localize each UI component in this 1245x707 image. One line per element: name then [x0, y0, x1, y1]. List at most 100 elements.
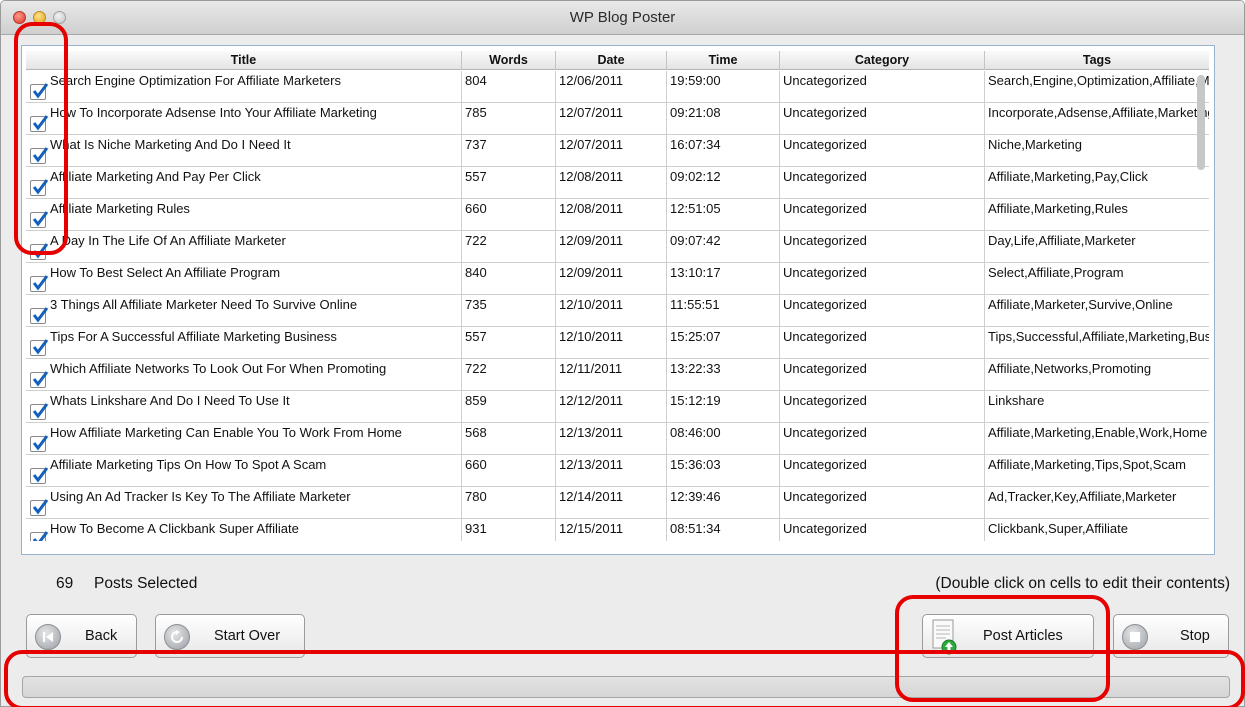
- column-header-tags[interactable]: Tags: [985, 51, 1209, 70]
- cell-category[interactable]: Uncategorized: [780, 103, 985, 135]
- row-checkbox[interactable]: [30, 403, 49, 420]
- table-row[interactable]: How Affiliate Marketing Can Enable You T…: [26, 423, 1209, 455]
- cell-title[interactable]: A Day In The Life Of An Affiliate Market…: [26, 231, 462, 263]
- cell-words[interactable]: 660: [462, 199, 556, 231]
- cell-words[interactable]: 931: [462, 519, 556, 541]
- cell-words[interactable]: 722: [462, 359, 556, 391]
- cell-time[interactable]: 08:51:34: [667, 519, 780, 541]
- cell-time[interactable]: 09:07:42: [667, 231, 780, 263]
- cell-words[interactable]: 737: [462, 135, 556, 167]
- cell-tags[interactable]: Ad,Tracker,Key,Affiliate,Marketer: [985, 487, 1209, 519]
- cell-category[interactable]: Uncategorized: [780, 327, 985, 359]
- row-checkbox[interactable]: [30, 435, 49, 452]
- cell-date[interactable]: 12/09/2011: [556, 263, 667, 295]
- table-row[interactable]: Affiliate Marketing Tips On How To Spot …: [26, 455, 1209, 487]
- cell-time[interactable]: 12:51:05: [667, 199, 780, 231]
- cell-words[interactable]: 557: [462, 167, 556, 199]
- cell-time[interactable]: 15:36:03: [667, 455, 780, 487]
- start-over-button[interactable]: Start Over: [155, 614, 305, 658]
- row-checkbox[interactable]: [30, 531, 49, 541]
- cell-category[interactable]: Uncategorized: [780, 359, 985, 391]
- table-row[interactable]: Search Engine Optimization For Affiliate…: [26, 71, 1209, 103]
- cell-words[interactable]: 840: [462, 263, 556, 295]
- row-checkbox[interactable]: [30, 339, 49, 356]
- cell-date[interactable]: 12/09/2011: [556, 231, 667, 263]
- cell-time[interactable]: 19:59:00: [667, 71, 780, 103]
- row-checkbox[interactable]: [30, 307, 49, 324]
- cell-category[interactable]: Uncategorized: [780, 135, 985, 167]
- cell-category[interactable]: Uncategorized: [780, 455, 985, 487]
- table-row[interactable]: A Day In The Life Of An Affiliate Market…: [26, 231, 1209, 263]
- table-row[interactable]: Tips For A Successful Affiliate Marketin…: [26, 327, 1209, 359]
- cell-title[interactable]: Using An Ad Tracker Is Key To The Affili…: [26, 487, 462, 519]
- cell-tags[interactable]: Tips,Successful,Affiliate,Marketing,Busi…: [985, 327, 1209, 359]
- cell-date[interactable]: 12/07/2011: [556, 135, 667, 167]
- column-header-category[interactable]: Category: [780, 51, 985, 70]
- back-button[interactable]: Back: [26, 614, 137, 658]
- cell-title[interactable]: Search Engine Optimization For Affiliate…: [26, 71, 462, 103]
- column-header-title[interactable]: Title: [26, 51, 462, 70]
- cell-time[interactable]: 11:55:51: [667, 295, 780, 327]
- cell-tags[interactable]: Affiliate,Marketing,Rules: [985, 199, 1209, 231]
- cell-category[interactable]: Uncategorized: [780, 263, 985, 295]
- post-articles-button[interactable]: Post Articles: [922, 614, 1094, 658]
- cell-category[interactable]: Uncategorized: [780, 199, 985, 231]
- table-scrollbar[interactable]: [1197, 70, 1207, 552]
- cell-tags[interactable]: Affiliate,Marketing,Tips,Spot,Scam: [985, 455, 1209, 487]
- cell-date[interactable]: 12/08/2011: [556, 167, 667, 199]
- row-checkbox[interactable]: [30, 179, 49, 196]
- row-checkbox[interactable]: [30, 467, 49, 484]
- table-row[interactable]: Affiliate Marketing And Pay Per Click 557…: [26, 167, 1209, 199]
- scrollbar-thumb[interactable]: [1197, 75, 1205, 170]
- cell-title[interactable]: Affiliate Marketing Rules: [26, 199, 462, 231]
- row-checkbox[interactable]: [30, 147, 49, 164]
- cell-title[interactable]: Which Affiliate Networks To Look Out For…: [26, 359, 462, 391]
- cell-words[interactable]: 735: [462, 295, 556, 327]
- cell-tags[interactable]: Select,Affiliate,Program: [985, 263, 1209, 295]
- cell-date[interactable]: 12/13/2011: [556, 423, 667, 455]
- cell-date[interactable]: 12/11/2011: [556, 359, 667, 391]
- cell-date[interactable]: 12/12/2011: [556, 391, 667, 423]
- cell-date[interactable]: 12/08/2011: [556, 199, 667, 231]
- cell-title[interactable]: How To Incorporate Adsense Into Your Aff…: [26, 103, 462, 135]
- column-header-date[interactable]: Date: [556, 51, 667, 70]
- cell-tags[interactable]: Affiliate,Marketer,Survive,Online: [985, 295, 1209, 327]
- cell-time[interactable]: 09:21:08: [667, 103, 780, 135]
- cell-time[interactable]: 09:02:12: [667, 167, 780, 199]
- table-row[interactable]: How To Become A Clickbank Super Affiliat…: [26, 519, 1209, 541]
- cell-category[interactable]: Uncategorized: [780, 295, 985, 327]
- cell-tags[interactable]: Affiliate,Marketing,Enable,Work,Home: [985, 423, 1209, 455]
- cell-words[interactable]: 804: [462, 71, 556, 103]
- cell-tags[interactable]: Affiliate,Networks,Promoting: [985, 359, 1209, 391]
- cell-tags[interactable]: Linkshare: [985, 391, 1209, 423]
- row-checkbox[interactable]: [30, 115, 49, 132]
- cell-words[interactable]: 785: [462, 103, 556, 135]
- cell-title[interactable]: Tips For A Successful Affiliate Marketin…: [26, 327, 462, 359]
- cell-time[interactable]: 15:25:07: [667, 327, 780, 359]
- cell-time[interactable]: 12:39:46: [667, 487, 780, 519]
- cell-words[interactable]: 859: [462, 391, 556, 423]
- row-checkbox[interactable]: [30, 211, 49, 228]
- cell-time[interactable]: 15:12:19: [667, 391, 780, 423]
- cell-tags[interactable]: Niche,Marketing: [985, 135, 1209, 167]
- table-row[interactable]: Which Affiliate Networks To Look Out For…: [26, 359, 1209, 391]
- table-row[interactable]: 3 Things All Affiliate Marketer Need To …: [26, 295, 1209, 327]
- cell-date[interactable]: 12/06/2011: [556, 71, 667, 103]
- cell-title[interactable]: How Affiliate Marketing Can Enable You T…: [26, 423, 462, 455]
- cell-category[interactable]: Uncategorized: [780, 487, 985, 519]
- cell-title[interactable]: How To Best Select An Affiliate Program: [26, 263, 462, 295]
- row-checkbox[interactable]: [30, 83, 49, 100]
- table-row[interactable]: Whats Linkshare And Do I Need To Use It 8…: [26, 391, 1209, 423]
- cell-time[interactable]: 13:10:17: [667, 263, 780, 295]
- cell-category[interactable]: Uncategorized: [780, 167, 985, 199]
- cell-tags[interactable]: Incorporate,Adsense,Affiliate,Marketing: [985, 103, 1209, 135]
- row-checkbox[interactable]: [30, 275, 49, 292]
- cell-date[interactable]: 12/10/2011: [556, 295, 667, 327]
- cell-title[interactable]: Affiliate Marketing Tips On How To Spot …: [26, 455, 462, 487]
- cell-time[interactable]: 13:22:33: [667, 359, 780, 391]
- column-header-words[interactable]: Words: [462, 51, 556, 70]
- cell-date[interactable]: 12/07/2011: [556, 103, 667, 135]
- cell-title[interactable]: How To Become A Clickbank Super Affiliat…: [26, 519, 462, 541]
- cell-title[interactable]: Affiliate Marketing And Pay Per Click: [26, 167, 462, 199]
- table-row[interactable]: How To Best Select An Affiliate Program 8…: [26, 263, 1209, 295]
